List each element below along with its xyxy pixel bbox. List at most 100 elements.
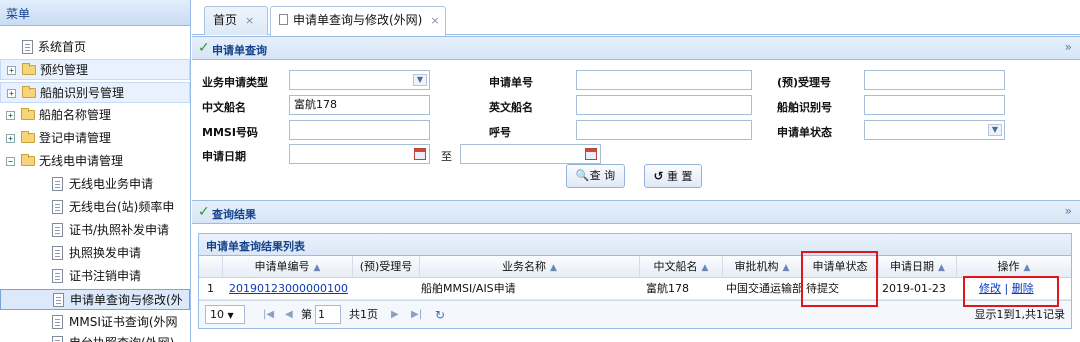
column-label: 申请单编号 [254,260,310,273]
header-cell-ship-cn[interactable]: 中文船名 ▲ [640,256,723,278]
prev-page-icon[interactable]: ◀ [285,307,293,323]
expand-icon[interactable]: + [7,89,16,98]
sidebar-item-radio-business[interactable]: 无线电业务申请 [0,174,190,195]
label-ship-en: 英文船名 [489,101,533,114]
collapse-icon[interactable]: » [1065,40,1072,54]
date-to-field[interactable] [460,144,601,164]
chevron-down-icon[interactable]: ▼ [988,124,1002,136]
accept-no-field[interactable] [864,70,1005,90]
sidebar-item-mmsi-cert[interactable]: MMSI证书查询(外网 [0,312,190,333]
sidebar-item-cert-cancel[interactable]: 证书注销申请 [0,266,190,287]
app-no-link[interactable]: 20190123000000100 [229,278,353,300]
pagination-bar: 10 ▼ |◀ ◀ 第 1 共1页 ▶ ▶| ↻ 显示1到1,共1记录 [199,300,1071,328]
close-icon[interactable]: × [245,14,254,27]
sidebar-item-label: 无线电台(站)频率申 [69,200,175,214]
header-cell-org[interactable]: 审批机构 ▲ [723,256,802,278]
expand-icon[interactable]: + [6,134,15,143]
app-no-field[interactable] [576,70,752,90]
sidebar-item-license-renew[interactable]: 执照换发申请 [0,243,190,264]
header-cell-accept-no[interactable]: (预)受理号 [353,256,420,278]
sidebar-item-label: 登记申请管理 [39,131,112,145]
column-label: 操作 [997,260,1020,273]
label-mmsi: MMSI号码 [202,126,258,139]
sidebar-item-label: 船舶识别号管理 [40,86,125,100]
result-panel-header[interactable]: ✓ 查询结果 » [192,200,1080,224]
label-app-no: 申请单号 [489,76,533,89]
sidebar-item-registration[interactable]: + 登记申请管理 [0,128,190,149]
page-icon [22,40,33,54]
sidebar-item-label: 无线电业务申请 [69,177,154,191]
mmsi-field[interactable] [289,120,430,140]
sidebar-header: 菜单 [0,0,190,26]
header-cell-actions[interactable]: 操作 ▲ [957,256,1071,278]
sort-icon: ▲ [313,263,321,273]
grid-title-bar: 申请单查询结果列表 [199,234,1071,256]
sidebar-item-label: 预约管理 [40,63,89,77]
check-icon: ✓ [198,204,210,220]
status-select[interactable]: ▼ [864,120,1005,140]
reset-button[interactable]: ↺ 重 置 [644,164,702,188]
page-icon [52,336,63,342]
ship-en-field[interactable] [576,95,752,115]
sidebar-item-home[interactable]: 系统首页 [0,37,190,58]
tab-home[interactable]: 首页 × [204,6,268,35]
close-icon[interactable]: × [430,14,439,27]
sort-icon: ▲ [1023,263,1031,273]
sidebar-item-radio[interactable]: − 无线电申请管理 [0,151,190,172]
label-status: 申请单状态 [777,126,832,139]
page-size-select[interactable]: 10 ▼ [205,305,245,324]
highlight-box-actions [963,276,1059,307]
sidebar-item-label: 证书注销申请 [69,269,142,283]
calendar-icon[interactable] [414,148,426,160]
date-from-field[interactable] [289,144,430,164]
label-callsign: 呼号 [489,126,511,139]
column-label: 审批机构 [734,260,779,273]
expand-icon[interactable]: + [6,111,15,120]
next-page-icon[interactable]: ▶ [391,307,399,323]
sidebar-item-license-query[interactable]: 电台执照查询(外网) [0,333,190,342]
page-number-input[interactable]: 1 [315,305,341,324]
chevron-down-icon[interactable]: ▼ [413,74,427,86]
folder-open-icon [21,154,35,166]
grid-header: 申请单编号 ▲ (预)受理号 业务名称 ▲ 中文船名 ▲ 审批机构 ▲ 申请单状态 申请… [199,256,1071,278]
header-cell-business[interactable]: 业务名称 ▲ [420,256,640,278]
search-button[interactable]: 🔍查 询 [566,164,625,188]
folder-icon [22,86,36,98]
label-accept-no: (预)受理号 [777,76,832,89]
tab-label: 首页 [213,13,238,27]
table-row[interactable]: 1 20190123000000100 船舶MMSI/AIS申请 富航178 中… [199,278,1071,300]
column-label: (预)受理号 [359,260,413,273]
page-icon [52,177,63,191]
sidebar-item-label: 系统首页 [38,40,87,54]
sidebar-item-label: 申请单查询与修改(外 [70,293,183,307]
sidebar-item-radio-frequency[interactable]: 无线电台(站)频率申 [0,197,190,218]
last-page-icon[interactable]: ▶| [411,307,422,323]
app-type-select[interactable]: ▼ [289,70,430,90]
collapse-icon[interactable]: − [6,157,15,166]
sidebar-item-booking[interactable]: + 预约管理 [0,59,190,80]
sidebar-item-cert-reissue[interactable]: 证书/执照补发申请 [0,220,190,241]
refresh-icon[interactable]: ↻ [435,307,445,323]
calendar-icon[interactable] [585,148,597,160]
collapse-icon[interactable]: » [1065,204,1072,218]
sidebar-item-ship-name[interactable]: + 船舶名称管理 [0,105,190,126]
ship-cn-field[interactable]: 富航178 [289,95,430,115]
page-icon [52,200,63,214]
ship-id-field[interactable] [864,95,1005,115]
expand-icon[interactable]: + [7,66,16,75]
first-page-icon[interactable]: |◀ [263,307,274,323]
header-cell-app-no[interactable]: 申请单编号 ▲ [223,256,353,278]
check-icon: ✓ [198,40,210,56]
reset-button-label: 重 置 [667,170,693,183]
tab-label: 申请单查询与修改(外网) [293,13,423,27]
sort-icon: ▲ [782,263,790,273]
label-ship-cn: 中文船名 [202,101,246,114]
sidebar-item-app-query[interactable]: 申请单查询与修改(外 [0,289,190,310]
panel-title: 申请单查询 [212,44,267,57]
tab-app-query[interactable]: 申请单查询与修改(外网) × [270,6,446,36]
query-panel-header[interactable]: ✓ 申请单查询 » [192,36,1080,60]
sidebar-title: 菜单 [6,7,31,21]
sidebar-item-ship-id[interactable]: + 船舶识别号管理 [0,82,190,103]
header-cell-date[interactable]: 申请日期 ▲ [879,256,957,278]
callsign-field[interactable] [576,120,752,140]
